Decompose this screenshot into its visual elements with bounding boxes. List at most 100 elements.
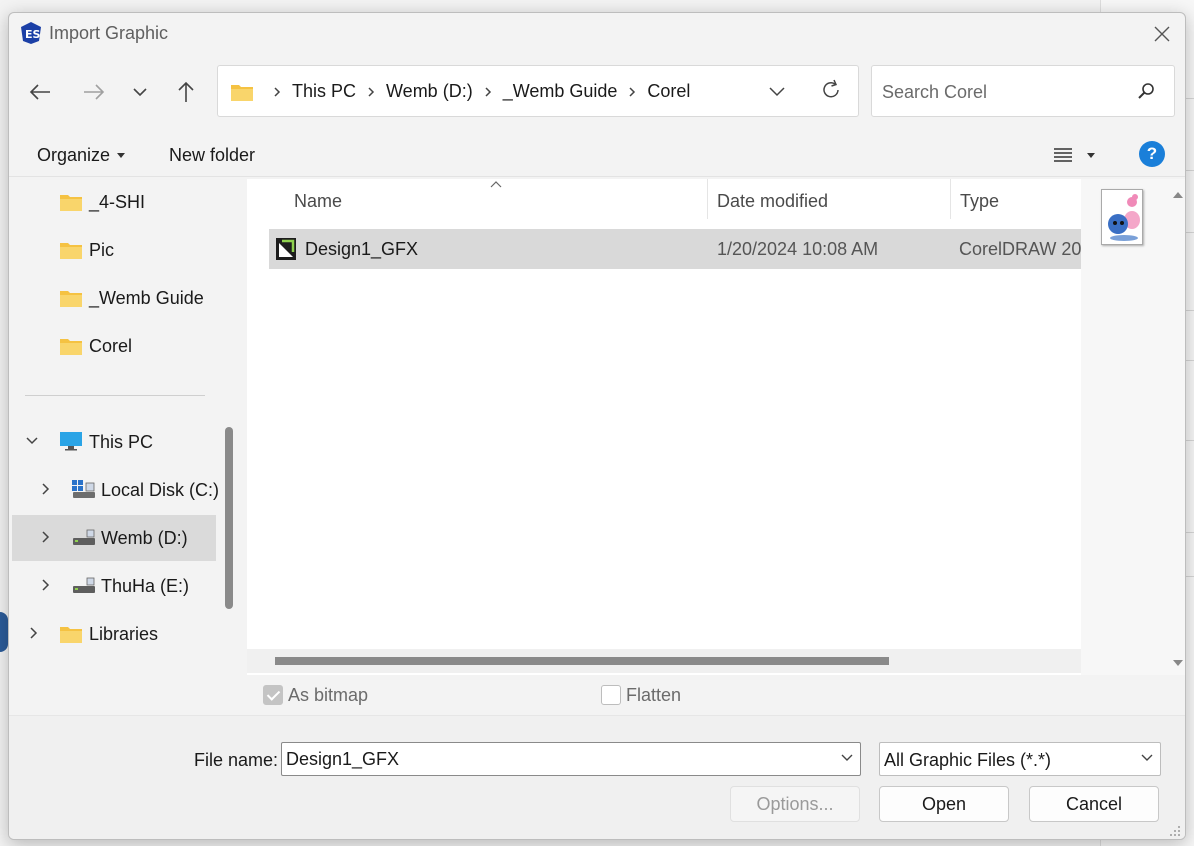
search-icon[interactable] — [1136, 82, 1156, 102]
refresh-button[interactable] — [820, 79, 842, 106]
arrow-up-icon — [178, 81, 194, 102]
folder-icon — [60, 291, 82, 307]
recent-locations-button[interactable] — [123, 75, 157, 109]
sidebar-item-libraries[interactable]: Libraries — [9, 611, 219, 657]
forward-button[interactable] — [77, 75, 111, 109]
chevron-down-icon — [1141, 754, 1153, 761]
breadcrumb-corel[interactable]: Corel — [647, 81, 690, 102]
options-button[interactable]: Options... — [730, 786, 860, 822]
chevron-down-icon — [133, 88, 147, 97]
file-name-combo[interactable] — [281, 742, 861, 776]
chevron-right-icon[interactable] — [39, 530, 53, 544]
title-bar: ES Import Graphic — [9, 13, 1185, 55]
import-graphic-dialog: ES Import Graphic This PC Wemb (D:) _Wem… — [8, 12, 1186, 840]
sidebar-item-this-pc[interactable]: This PC — [9, 419, 219, 465]
new-folder-button[interactable]: New folder — [169, 145, 255, 166]
navigation-pane-scrollbar[interactable] — [219, 179, 243, 675]
chevron-right-icon — [367, 86, 375, 98]
chevron-right-icon[interactable] — [39, 578, 53, 592]
navigation-pane: _4-SHI Pic _Wemb Guide Corel This PC Loc… — [9, 179, 219, 675]
organize-label: Organize — [37, 145, 111, 165]
file-type-value: All Graphic Files (*.*) — [884, 750, 1052, 770]
file-list-horizontal-scrollbar[interactable] — [247, 649, 1081, 673]
background-app-icon — [0, 612, 8, 652]
scroll-up-arrow-icon[interactable] — [1171, 189, 1185, 199]
folder-icon — [60, 243, 82, 259]
as-bitmap-checkbox[interactable] — [263, 685, 283, 705]
chevron-down-icon[interactable] — [840, 753, 854, 763]
column-headers: Name Date modified Type — [247, 179, 1081, 223]
refresh-icon — [823, 79, 839, 98]
arrow-right-icon — [84, 84, 105, 100]
sidebar-item-label: Pic — [89, 240, 115, 260]
arrow-left-icon — [29, 84, 50, 100]
column-divider[interactable] — [707, 179, 708, 219]
coreldraw-app-icon: ES — [21, 22, 41, 44]
sidebar-item-label: Libraries — [89, 624, 159, 644]
file-type: CorelDRAW 20 — [959, 239, 1081, 259]
sidebar-item-label: Corel — [89, 336, 133, 356]
cancel-button[interactable]: Cancel — [1029, 786, 1159, 822]
chevron-right-icon[interactable] — [27, 626, 41, 640]
breadcrumb-wemb-guide[interactable]: _Wemb Guide — [503, 81, 618, 102]
chevron-right-icon — [273, 86, 281, 98]
column-header-type[interactable]: Type — [960, 191, 999, 212]
search-input[interactable] — [882, 78, 1122, 106]
column-header-date-modified[interactable]: Date modified — [717, 191, 828, 212]
chevron-right-icon — [484, 86, 492, 98]
drive-icon — [73, 577, 95, 593]
sidebar-item-label: Local Disk (C:) — [101, 480, 219, 500]
resize-grip-icon[interactable] — [1169, 825, 1181, 837]
scroll-down-arrow-icon[interactable] — [1171, 659, 1185, 669]
breadcrumb: This PC Wemb (D:) _Wemb Guide Corel — [262, 81, 690, 102]
preview-thumbnail — [1101, 189, 1143, 245]
chevron-right-icon[interactable] — [39, 482, 53, 496]
sidebar-item-label: ThuHa (E:) — [101, 576, 190, 596]
sort-ascending-icon — [490, 181, 502, 188]
sidebar-item-label: _Wemb Guide — [89, 288, 204, 308]
sidebar-item-corel[interactable]: Corel — [9, 323, 219, 369]
coreldraw-file-icon — [276, 238, 296, 260]
folder-icon — [60, 195, 82, 211]
search-box[interactable] — [871, 65, 1175, 117]
column-header-name[interactable]: Name — [294, 191, 342, 212]
file-name-label: File name: — [194, 750, 279, 770]
column-divider[interactable] — [950, 179, 951, 219]
address-history-button[interactable] — [768, 80, 786, 107]
back-button[interactable] — [23, 75, 57, 109]
close-button[interactable] — [1139, 13, 1185, 55]
flatten-checkbox[interactable] — [601, 685, 621, 705]
sidebar-item-4-shi[interactable]: _4-SHI — [9, 179, 219, 225]
window-title: Import Graphic — [49, 23, 169, 43]
sidebar-divider — [25, 395, 205, 396]
up-button[interactable] — [169, 75, 203, 109]
sidebar-item-pic[interactable]: Pic — [9, 227, 219, 273]
sidebar-item-thuha-e[interactable]: ThuHa (E:) — [9, 563, 219, 609]
file-name: Design1_GFX — [305, 239, 419, 259]
sidebar-item-wemb-guide[interactable]: _Wemb Guide — [9, 275, 219, 321]
breadcrumb-wemb-d[interactable]: Wemb (D:) — [386, 81, 473, 102]
help-button[interactable]: ? — [1139, 141, 1165, 167]
change-view-button[interactable] — [1053, 147, 1095, 163]
chevron-down-icon[interactable] — [25, 434, 39, 448]
file-row[interactable]: Design1_GFX 1/20/2024 10:08 AM CorelDRAW… — [269, 229, 1081, 269]
as-bitmap-label: As bitmap — [288, 685, 369, 705]
scrollbar-thumb[interactable] — [275, 657, 889, 665]
sidebar-item-wemb-d[interactable]: Wemb (D:) — [12, 515, 216, 561]
file-date-modified: 1/20/2024 10:08 AM — [717, 239, 879, 259]
open-button[interactable]: Open — [879, 786, 1009, 822]
scrollbar-thumb[interactable] — [225, 427, 233, 609]
address-bar[interactable]: This PC Wemb (D:) _Wemb Guide Corel — [217, 65, 859, 117]
file-type-select[interactable]: All Graphic Files (*.*) — [879, 742, 1161, 776]
breadcrumb-this-pc[interactable]: This PC — [292, 81, 356, 102]
drive-icon — [73, 529, 95, 545]
file-name-input[interactable] — [286, 746, 826, 772]
sidebar-item-local-disk-c[interactable]: Local Disk (C:) — [9, 467, 219, 513]
dialog-footer: File name: All Graphic Files (*.*) Optio… — [9, 715, 1185, 839]
organize-menu-button[interactable]: Organize — [37, 145, 126, 166]
stitch-character-image — [1108, 194, 1140, 241]
caret-down-icon — [1087, 152, 1095, 158]
sidebar-item-label: Wemb (D:) — [101, 528, 188, 548]
flatten-label: Flatten — [626, 685, 682, 705]
chevron-right-icon — [628, 86, 636, 98]
